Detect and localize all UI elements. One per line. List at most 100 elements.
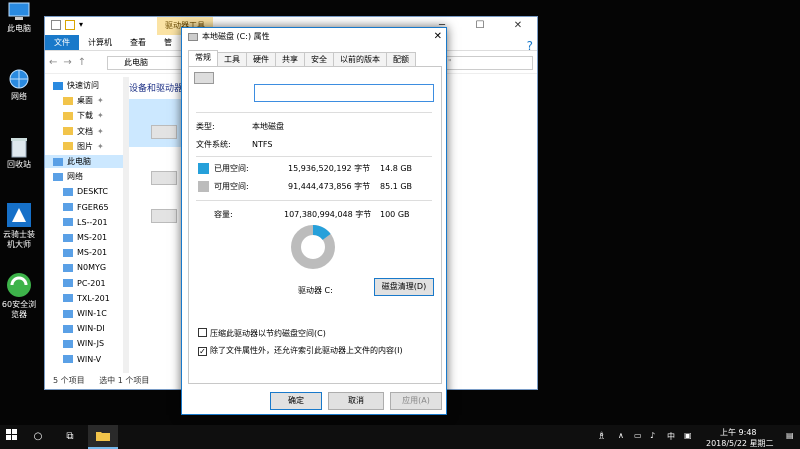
drive-icon: [151, 125, 177, 139]
search-fragment: ": [448, 58, 452, 67]
desktop-icon-this-pc[interactable]: 此电脑: [0, 2, 38, 34]
computer-icon: [63, 355, 73, 364]
volume-icon[interactable]: ♪: [650, 431, 655, 440]
drive-item[interactable]: [151, 171, 177, 185]
ribbon-tab-manage[interactable]: 管: [155, 35, 181, 50]
computer-icon: [63, 263, 73, 272]
nav-item[interactable]: 图片 ✦: [45, 140, 123, 153]
tab-general[interactable]: 常规: [188, 50, 218, 66]
nav-item[interactable]: WIN-DI: [45, 322, 123, 335]
nav-item-label: 网络: [67, 172, 83, 182]
close-icon[interactable]: ✕: [499, 17, 537, 35]
nav-item[interactable]: WIN-V: [45, 353, 123, 366]
item-count: 5 个项目: [53, 376, 85, 385]
cortana-icon[interactable]: ○: [28, 425, 48, 449]
checkbox-box: [198, 328, 207, 337]
free-space-label: 可用空间:: [214, 182, 249, 191]
notification-icon[interactable]: ▤: [786, 431, 794, 440]
desktop-icon-label: 此电脑: [7, 24, 31, 33]
tab-tools[interactable]: 工具: [217, 52, 247, 66]
volume-name-input[interactable]: [254, 84, 434, 102]
index-checkbox[interactable]: ✓ 除了文件属性外，还允许索引此驱动器上文件的内容(I): [198, 346, 403, 356]
start-button[interactable]: [0, 425, 22, 449]
free-space-swatch: [198, 181, 209, 192]
chevron-down-icon[interactable]: ▾: [79, 20, 89, 30]
network-icon: [9, 69, 29, 89]
people-icon[interactable]: ♗: [597, 431, 606, 442]
ime-indicator[interactable]: 中: [667, 431, 675, 442]
path-segment: 此电脑: [124, 58, 148, 67]
folder-icon: [63, 111, 73, 120]
computer-icon: [63, 294, 73, 303]
search-input[interactable]: ": [443, 56, 533, 70]
tab-hardware[interactable]: 硬件: [246, 52, 276, 66]
computer-icon: [63, 309, 73, 318]
computer-icon: [63, 339, 73, 348]
navigation-arrows[interactable]: ←→↑: [49, 57, 92, 68]
disk-cleanup-button[interactable]: 磁盘清理(D): [374, 278, 434, 296]
ime-mode-icon[interactable]: ▣: [684, 431, 692, 440]
nav-item[interactable]: LS--201: [45, 216, 123, 229]
nav-item-label: 快速访问: [67, 81, 99, 90]
ribbon-tab-view[interactable]: 查看: [121, 35, 155, 50]
nav-item[interactable]: 网络: [45, 170, 123, 183]
nav-item-label: MS-201: [77, 248, 108, 258]
pin-icon[interactable]: ✦: [97, 142, 104, 151]
desktop-icon-recycle-bin[interactable]: 回收站: [0, 136, 38, 170]
clock-date[interactable]: 2018/5/22 星期二: [706, 438, 774, 449]
pin-icon[interactable]: ✦: [97, 111, 104, 120]
file-explorer-taskbar-icon[interactable]: [88, 425, 118, 449]
divider: [196, 156, 432, 157]
nav-item[interactable]: WIN-1C: [45, 307, 123, 320]
ok-button[interactable]: 确定: [270, 392, 322, 410]
apply-button[interactable]: 应用(A): [390, 392, 442, 410]
network-tray-icon[interactable]: ▭: [634, 431, 642, 440]
compress-checkbox[interactable]: 压缩此驱动器以节约磁盘空间(C): [198, 328, 326, 339]
nav-item-label: N0MYG: [77, 263, 107, 273]
tab-previous-versions[interactable]: 以前的版本: [333, 52, 387, 66]
free-space-size: 85.1 GB: [380, 182, 413, 191]
nav-item[interactable]: WIN-JS: [45, 337, 123, 350]
nav-item[interactable]: 此电脑: [45, 155, 123, 168]
filesystem-value: NTFS: [252, 140, 273, 149]
drive-item[interactable]: [151, 209, 177, 223]
tab-quota[interactable]: 配额: [386, 52, 416, 66]
tab-sharing[interactable]: 共享: [275, 52, 305, 66]
nav-item[interactable]: MS-201: [45, 246, 123, 259]
nav-item-label: 桌面: [77, 96, 93, 106]
nav-item[interactable]: FGER65: [45, 201, 123, 214]
clock-time[interactable]: 上午 9:48: [720, 427, 757, 438]
tab-security[interactable]: 安全: [304, 52, 334, 66]
nav-item[interactable]: 下载 ✦: [45, 109, 123, 122]
cancel-button[interactable]: 取消: [328, 392, 384, 410]
nav-item[interactable]: 文档 ✦: [45, 125, 123, 138]
help-icon[interactable]: ?: [527, 39, 533, 53]
checkbox-box: ✓: [198, 347, 207, 356]
nav-item[interactable]: DESKTC: [45, 185, 123, 198]
nav-item[interactable]: TXL-201: [45, 292, 123, 305]
desktop-icon-installer[interactable]: 云骑士装机大师: [0, 202, 38, 250]
nav-item-label: WIN-JS: [77, 339, 105, 349]
recycle-bin-icon: [11, 138, 27, 158]
drive-item[interactable]: [129, 99, 185, 147]
nav-item[interactable]: PC-201: [45, 277, 123, 290]
new-folder-icon[interactable]: [65, 20, 75, 30]
task-view-icon[interactable]: ⧉: [58, 425, 82, 449]
ribbon-tab-computer[interactable]: 计算机: [79, 35, 121, 50]
pin-icon[interactable]: ✦: [97, 96, 104, 105]
nav-item[interactable]: N0MYG: [45, 261, 123, 274]
nav-item[interactable]: 桌面 ✦: [45, 94, 123, 107]
properties-icon[interactable]: [51, 20, 61, 30]
pin-icon[interactable]: ✦: [97, 127, 104, 136]
nav-item[interactable]: 快速访问: [45, 79, 123, 92]
desktop-icon-network[interactable]: 网络: [0, 68, 38, 102]
nav-item[interactable]: MS-201: [45, 231, 123, 244]
ribbon-tab-file[interactable]: 文件: [45, 35, 79, 50]
desktop-icon-label: 回收站: [7, 160, 31, 169]
index-label: 除了文件属性外，还允许索引此驱动器上文件的内容(I): [210, 346, 403, 355]
close-icon[interactable]: ✕: [434, 28, 442, 46]
desktop-icon-browser[interactable]: 60安全浏览器: [0, 272, 38, 320]
maximize-icon[interactable]: ☐: [461, 17, 499, 35]
nav-item-label: LS--201: [77, 217, 108, 227]
tray-chevron-icon[interactable]: ∧: [618, 431, 624, 440]
